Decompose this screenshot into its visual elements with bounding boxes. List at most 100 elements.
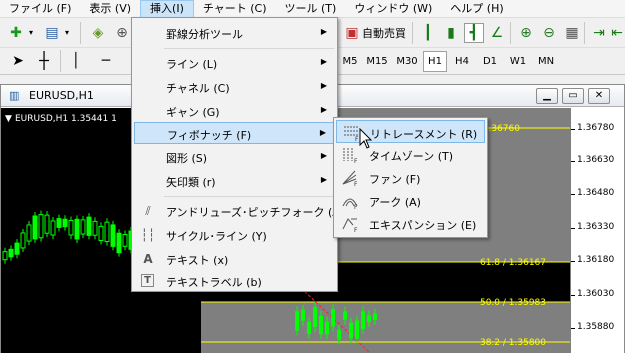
menu-item-andrews-pitchfork[interactable]: ⫽ アンドリューズ･ピッチフォーク (A) <box>134 200 344 222</box>
timeframe-d1[interactable]: D1 <box>478 51 502 72</box>
minimize-button[interactable]: ▁ <box>536 88 558 104</box>
fibo-timezones-icon: F <box>343 148 358 163</box>
menu-item-channels[interactable]: チャネル (C) ▶ <box>134 76 335 98</box>
submenu-item-fibo-fan[interactable]: F ファン (F) <box>336 166 485 189</box>
candle-body <box>343 311 347 320</box>
menu-bar: ファイル (F) 表示 (V) 挿入(I) チャート (C) ツール (T) ウ… <box>0 0 625 18</box>
menu-item-lines[interactable]: ライン (L) ▶ <box>134 52 335 74</box>
timeframe-mn[interactable]: MN <box>533 51 559 72</box>
svg-text:F: F <box>354 227 358 232</box>
candle-body <box>331 309 335 327</box>
candle-body <box>295 311 299 331</box>
candlestick-active-icon[interactable]: ┫ <box>464 23 484 43</box>
zoom-in-icon[interactable]: ⊕ <box>516 23 536 43</box>
menu-item-text-label[interactable]: T テキストラベル (b) <box>134 270 335 292</box>
navigator-icon[interactable]: ◈ <box>88 23 108 43</box>
line-chart-icon[interactable]: ∠ <box>487 23 507 43</box>
candle-body <box>56 218 62 228</box>
chart-window-title: EURUSD,H1 <box>29 89 94 102</box>
insert-menu-dropdown: 罫線分析ツール ▶ ライン (L) ▶ チャネル (C) ▶ ギャン (G) ▶… <box>131 17 344 292</box>
new-chart-icon[interactable]: ✚ <box>6 23 26 43</box>
chart-info-price: 1.35441 1 <box>71 114 117 124</box>
menu-window[interactable]: ウィンドウ (W) <box>345 0 441 18</box>
menu-item-gann[interactable]: ギャン (G) ▶ <box>134 100 335 122</box>
menu-item-cycle-lines[interactable]: ┆┆ サイクル･ライン (Y) <box>134 224 335 246</box>
svg-text:F: F <box>354 204 358 209</box>
menu-charts[interactable]: チャート (C) <box>194 0 276 18</box>
menu-insert[interactable]: 挿入(I) <box>140 0 194 18</box>
candle-body <box>26 224 32 242</box>
fibo-fan-icon: F <box>342 170 358 186</box>
chart-window-icon: ▥ <box>9 89 20 102</box>
menu-item-text[interactable]: A テキスト (x) <box>134 248 335 270</box>
candle-body <box>301 309 305 321</box>
candlestick-icon[interactable]: ▮ <box>441 23 461 43</box>
fibonacci-submenu: F リトレースメント (R) F タイムゾーン (T) F ファン (F) F … <box>333 117 488 238</box>
menu-item-shapes[interactable]: 図形 (S) ▶ <box>134 146 335 168</box>
submenu-item-label: リトレースメント (R) <box>370 128 478 141</box>
timeframe-m5[interactable]: M5 <box>339 51 361 72</box>
timeframe-h1[interactable]: H1 <box>423 51 447 72</box>
submenu-arrow-icon: ▶ <box>320 27 327 36</box>
menu-item-arrows[interactable]: 矢印類 (r) ▶ <box>134 170 335 192</box>
price-label: 1.36780 <box>577 123 615 133</box>
chart-info-marker: ▼ <box>5 114 12 124</box>
timeframe-m30[interactable]: M30 <box>393 51 421 72</box>
autotrade-icon[interactable]: ▣ <box>342 23 362 43</box>
profiles-icon[interactable]: ▤ <box>42 23 62 43</box>
close-button[interactable]: ✕ <box>588 88 610 104</box>
tile-windows-icon[interactable]: ▦ <box>562 23 582 43</box>
timeframe-w1[interactable]: W1 <box>506 51 530 72</box>
bar-chart-icon[interactable]: ┃ <box>418 23 438 43</box>
menu-view[interactable]: 表示 (V) <box>80 0 140 18</box>
submenu-arrow-icon: ▶ <box>320 175 327 184</box>
candle-body <box>92 220 98 236</box>
new-chart-dropdown-icon[interactable]: ▾ <box>26 23 36 43</box>
candle-body <box>313 307 317 327</box>
candle-body <box>355 320 359 339</box>
autotrade-button[interactable]: 自動売買 <box>362 23 406 43</box>
horizontal-line-tool-icon[interactable]: ─ <box>96 51 116 71</box>
svg-text:F: F <box>354 158 358 163</box>
chart-autoscroll-icon[interactable]: ⇥ <box>589 23 609 43</box>
zoom-out-icon[interactable]: ⊖ <box>539 23 559 43</box>
crosshair-tool-icon[interactable]: ┼ <box>34 51 54 71</box>
cursor-tool-icon[interactable]: ➤ <box>8 51 28 71</box>
submenu-item-fibo-arcs[interactable]: F アーク (A) <box>336 189 485 212</box>
submenu-arrow-icon: ▶ <box>320 151 327 160</box>
chart-shift-icon[interactable]: ⇤ <box>607 23 625 43</box>
fibo-expansion-icon: F <box>342 218 358 232</box>
price-scale: 1.36780 1.36630 1.36480 1.36330 1.36180 … <box>570 108 624 353</box>
timeframe-m15[interactable]: M15 <box>363 51 391 72</box>
submenu-item-fibo-expansion[interactable]: F エキスパンション (E) <box>336 212 485 235</box>
candle-body <box>62 218 68 228</box>
submenu-item-label: エキスパンション (E) <box>369 219 477 232</box>
menu-file[interactable]: ファイル (F) <box>0 0 80 18</box>
restore-button[interactable]: ▭ <box>562 88 584 104</box>
submenu-item-label: ファン (F) <box>369 173 421 186</box>
fibo-arcs-icon: F <box>342 198 358 209</box>
candle-body <box>68 219 74 236</box>
fibo-retracement-icon: F <box>344 126 359 141</box>
menu-item-label: テキストラベル (b) <box>166 276 262 289</box>
autotrade-label: 自動売買 <box>362 27 406 40</box>
menu-item-fibonacci[interactable]: フィボナッチ (F) ▶ <box>134 122 335 144</box>
candle-body <box>122 233 128 247</box>
svg-text:F: F <box>354 181 358 186</box>
candle-body <box>104 221 110 243</box>
menu-help[interactable]: ヘルプ (H) <box>441 0 512 18</box>
price-label: 1.36180 <box>577 255 615 265</box>
candle-body <box>319 315 323 335</box>
candle-body <box>2 251 8 261</box>
profiles-dropdown-icon[interactable]: ▾ <box>62 23 72 43</box>
price-label: 1.36330 <box>577 222 615 232</box>
vertical-line-tool-icon[interactable]: │ <box>66 51 86 71</box>
crosshair-zoom-icon[interactable]: ⊕ <box>112 23 132 43</box>
price-label: 1.36630 <box>577 155 615 165</box>
menu-tools[interactable]: ツール (T) <box>276 0 346 18</box>
candle-body <box>116 232 122 254</box>
menu-item-label: フィボナッチ (F) <box>167 129 252 142</box>
timeframe-h4[interactable]: H4 <box>450 51 474 72</box>
menu-item-line-studies[interactable]: 罫線分析ツール ▶ <box>134 22 335 44</box>
candle-body <box>86 216 92 236</box>
